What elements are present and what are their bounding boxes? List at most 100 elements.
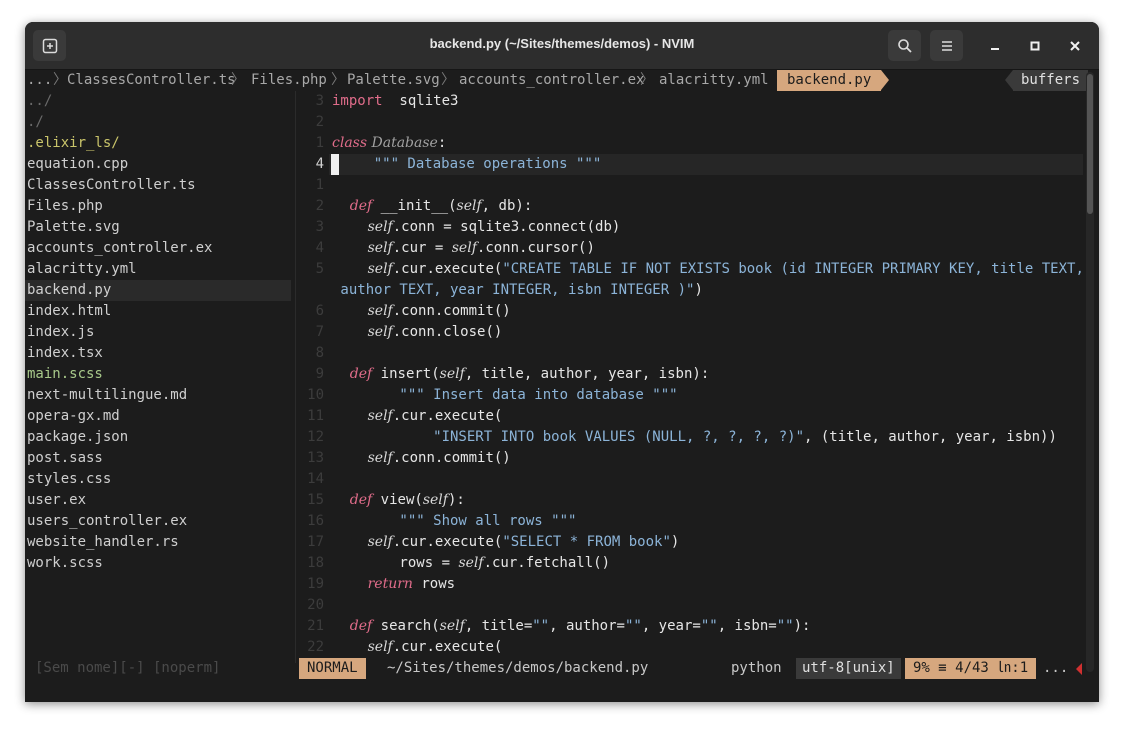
file-tree-item[interactable]: index.html [27, 301, 111, 322]
mode-indicator: NORMAL [299, 658, 366, 679]
code-line[interactable]: self.cur.execute("CREATE TABLE IF NOT EX… [332, 259, 1084, 280]
statusline: [Sem nome][-] [noperm] NORMAL ~/Sites/th… [25, 657, 1085, 680]
file-tree-item[interactable]: ../ [27, 91, 52, 112]
line-number: 8 [315, 345, 324, 361]
file-tree-item[interactable]: opera-gx.md [27, 406, 120, 427]
code-line[interactable]: self.cur.execute( [332, 637, 503, 658]
code-token: class [332, 135, 368, 151]
tab-separator: 〉 [331, 72, 345, 88]
code-line[interactable]: self.conn.commit() [332, 448, 511, 469]
menu-button[interactable] [930, 30, 963, 61]
buffers-separator [1005, 70, 1013, 90]
maximize-button[interactable] [1025, 36, 1045, 56]
close-button[interactable] [1065, 36, 1085, 56]
code-token: import [332, 93, 383, 109]
code-line[interactable]: def __init__(self, db): [332, 196, 532, 217]
code-line[interactable]: def view(self): [332, 490, 465, 511]
line-number: 3 [315, 219, 324, 235]
code-token: "CREATE TABLE IF NOT EXISTS book (id INT… [502, 261, 1084, 277]
line-number: 21 [307, 618, 324, 634]
file-tree-item[interactable]: user.ex [27, 490, 86, 511]
code-line[interactable]: """ Insert data into database """ [332, 385, 678, 406]
code-token: __init__( [372, 198, 457, 214]
code-line[interactable]: def insert(self, title, author, year, is… [332, 364, 709, 385]
tab-palette-svg[interactable]: Palette.svg [347, 70, 440, 91]
file-tree-item[interactable]: equation.cpp [27, 154, 128, 175]
file-tree-item[interactable]: users_controller.ex [27, 511, 187, 532]
code-token: self [458, 555, 484, 571]
code-line[interactable]: self.cur.execute( [332, 406, 503, 427]
file-tree-item[interactable]: accounts_controller.ex [27, 238, 212, 259]
tab-separator: 〉 [640, 72, 654, 88]
file-tree-item[interactable]: alacritty.yml [27, 259, 137, 280]
file-tree-item[interactable]: index.tsx [27, 343, 103, 364]
line-number: 2 [315, 198, 324, 214]
code-token: def [332, 492, 373, 508]
code-token: self [332, 303, 393, 319]
tab-alacritty-yml[interactable]: alacritty.yml [659, 70, 769, 91]
file-tree-item[interactable]: ClassesController.ts [27, 175, 196, 196]
line-number: 4 [315, 240, 324, 256]
file-tree-item[interactable]: package.json [27, 427, 128, 448]
code-token: ): [447, 492, 465, 508]
file-tree-item[interactable]: main.scss [27, 364, 103, 385]
code-token: sqlite3 [382, 93, 459, 109]
code-line[interactable]: self.conn = sqlite3.connect(db) [332, 217, 621, 238]
file-tree-item[interactable]: index.js [27, 322, 94, 343]
code-editor[interactable]: 3 import sqlite3 2 1 class Database: 4 """ Da… [296, 91, 1084, 663]
code-token: Database [367, 135, 438, 151]
file-tree-item[interactable]: ./ [27, 112, 44, 133]
code-token: .conn.commit() [392, 450, 511, 466]
file-tree-item[interactable]: Files.php [27, 196, 103, 217]
code-line[interactable]: "INSERT INTO book VALUES (NULL, ?, ?, ?,… [332, 427, 1057, 448]
file-tree-item[interactable]: Palette.svg [27, 217, 120, 238]
code-line[interactable]: author TEXT, year INTEGER, isbn INTEGER … [332, 280, 702, 301]
tab-files-php[interactable]: Files.php [251, 70, 327, 91]
code-line[interactable]: return rows [332, 574, 456, 595]
code-token: .conn = sqlite3.connect(db) [392, 219, 621, 235]
file-tree-item[interactable]: .elixir_ls/ [27, 133, 120, 154]
code-token: "" [532, 618, 550, 634]
code-token: rows [412, 576, 456, 592]
code-token: self [439, 618, 465, 634]
line-number: 16 [307, 513, 324, 529]
code-token: author TEXT, year INTEGER, isbn INTEGER … [332, 282, 695, 298]
line-number: 9 [315, 366, 324, 382]
code-token: """ Insert data into database """ [332, 387, 678, 403]
tab-accounts-controller[interactable]: accounts_controller.ex [459, 70, 644, 91]
encoding: utf-8[unix] [796, 658, 901, 679]
tabline-ellipsis[interactable]: ... [27, 70, 52, 91]
file-tree-item[interactable]: next-multilingue.md [27, 385, 187, 406]
file-tree-item[interactable]: styles.css [27, 469, 111, 490]
file-tree-item[interactable]: website_handler.rs [27, 532, 179, 553]
code-token: , isbn= [717, 618, 777, 634]
code-token: , year= [641, 618, 701, 634]
code-token: "" [624, 618, 642, 634]
file-tree-item[interactable]: post.sass [27, 448, 103, 469]
code-token: self [422, 492, 448, 508]
code-token: """ Show all rows """ [332, 513, 577, 529]
file-tree-item[interactable]: backend.py [27, 280, 111, 301]
scrollbar-thumb[interactable] [1087, 74, 1093, 214]
code-line[interactable]: """ Show all rows """ [332, 511, 576, 532]
code-line[interactable]: self.cur = self.conn.cursor() [332, 238, 595, 259]
code-line[interactable]: def search(self, title="", author="", ye… [332, 616, 811, 637]
line-number: 3 [315, 93, 324, 109]
search-button[interactable] [888, 30, 921, 61]
code-line[interactable]: self.conn.close() [332, 322, 503, 343]
file-tree-item[interactable]: work.scss [27, 553, 103, 574]
minimize-button[interactable] [985, 36, 1005, 56]
code-line[interactable]: rows = self.cur.fetchall() [332, 553, 610, 574]
buffers-label[interactable]: buffers [1013, 70, 1089, 91]
sidebar-status: [Sem nome][-] [noperm] [35, 660, 221, 676]
code-line[interactable]: import sqlite3 [332, 91, 458, 112]
tab-classes-controller[interactable]: ClassesController.ts [67, 70, 236, 91]
code-line[interactable]: """ Database operations """ [340, 154, 602, 175]
tab-backend-py-active[interactable]: backend.py [770, 70, 882, 91]
line-number: 2 [315, 114, 324, 130]
code-token: .cur.execute( [392, 408, 503, 424]
code-token: self [332, 324, 393, 340]
code-line[interactable]: self.cur.execute("SELECT * FROM book") [332, 532, 680, 553]
code-line[interactable]: self.conn.commit() [332, 301, 511, 322]
code-line[interactable]: class Database: [332, 133, 446, 154]
